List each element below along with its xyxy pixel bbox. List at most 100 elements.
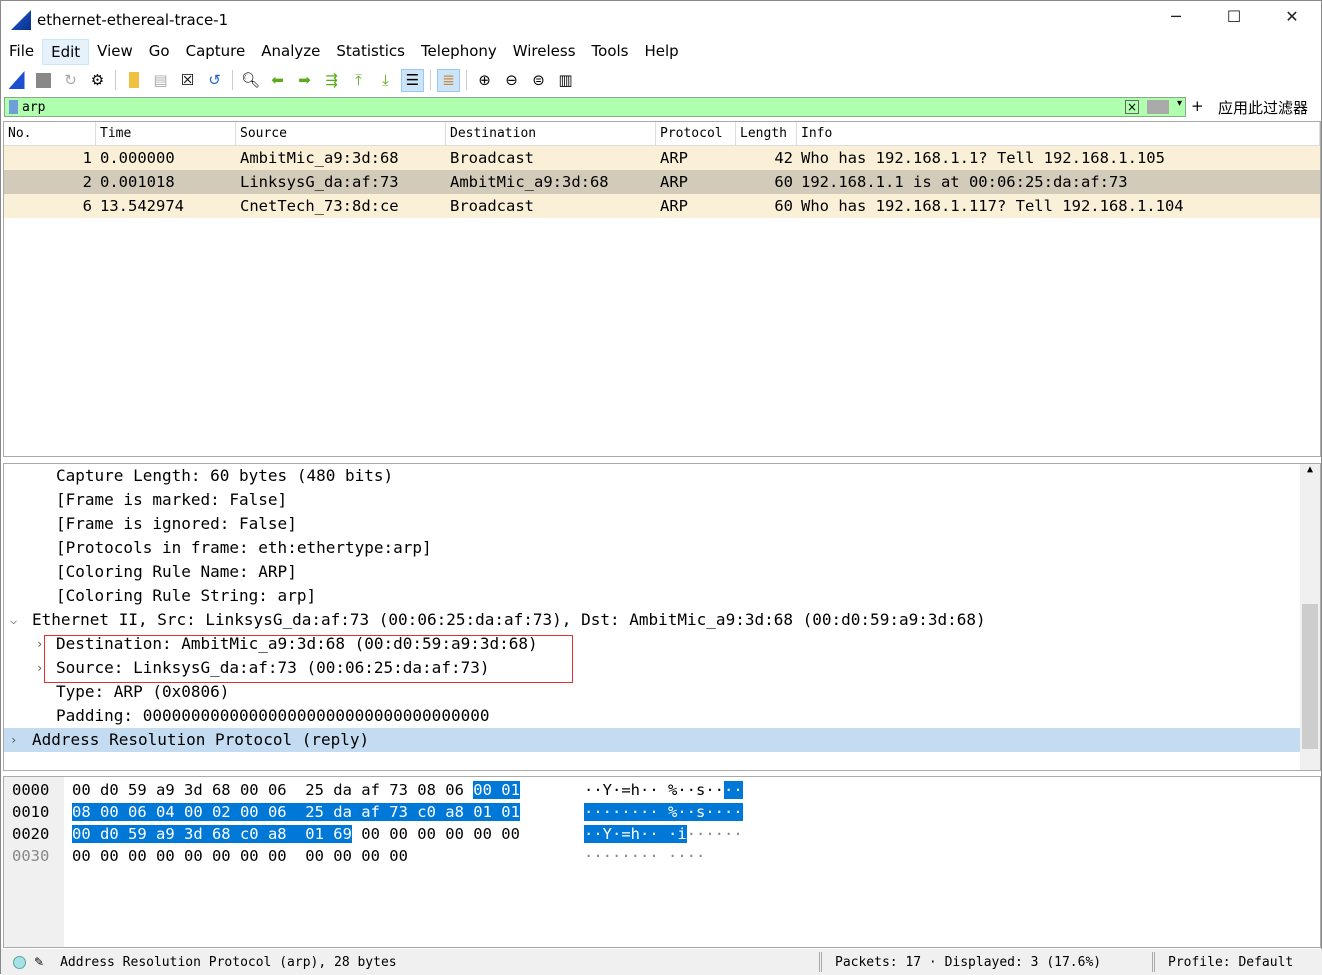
- hex-sel: 08 00 06 04 00 02 00 06 25 da af 73 c0 a…: [72, 803, 520, 821]
- filter-value[interactable]: arp: [22, 100, 45, 115]
- apply-filter-button[interactable]: 应用此过滤器: [1218, 97, 1308, 118]
- chevron-right-icon[interactable]: ›: [36, 632, 43, 656]
- menu-view[interactable]: View: [89, 39, 141, 65]
- zoom-in-icon[interactable]: ⊕: [473, 69, 496, 92]
- maximize-button[interactable]: ☐: [1219, 7, 1249, 33]
- chevron-down-icon[interactable]: ⌵: [10, 608, 17, 632]
- last-packet-icon[interactable]: ⤓: [374, 69, 397, 92]
- find-icon[interactable]: 🔍︎: [239, 69, 262, 92]
- normal-size-icon[interactable]: ⊜: [527, 69, 550, 92]
- profile-label[interactable]: Profile: Default: [1168, 955, 1293, 970]
- hex-bytes[interactable]: 08 00 06 04 00 02 00 06 25 da af 73 c0 a…: [72, 801, 520, 823]
- close-button[interactable]: ✕: [1277, 7, 1307, 33]
- arp-node[interactable]: › Address Resolution Protocol (reply): [4, 728, 1300, 752]
- details-scrollbar[interactable]: ▲: [1300, 464, 1320, 770]
- add-filter-button[interactable]: +: [1191, 97, 1204, 115]
- back-arrow-icon[interactable]: ⬅: [266, 69, 289, 92]
- cell-no: 2: [82, 173, 92, 191]
- display-filter-input[interactable]: arp × ▾: [4, 97, 1186, 117]
- zoom-out-icon[interactable]: ⊖: [500, 69, 523, 92]
- minimize-button[interactable]: ─: [1161, 7, 1191, 33]
- save-file-icon[interactable]: ▤: [149, 69, 172, 92]
- detail-line[interactable]: Capture Length: 60 bytes (480 bits): [4, 464, 1320, 488]
- chevron-right-icon[interactable]: ›: [10, 728, 17, 752]
- cell-info: Who has 192.168.1.117? Tell 192.168.1.10…: [801, 197, 1184, 215]
- cell-dst: Broadcast: [450, 149, 534, 167]
- open-folder-icon[interactable]: [122, 69, 145, 92]
- colorize-icon[interactable]: ≣: [437, 68, 460, 92]
- clear-filter-icon[interactable]: ×: [1125, 100, 1139, 114]
- cell-src: LinksysG_da:af:73: [240, 173, 399, 191]
- shark-fin-start-icon[interactable]: [5, 69, 28, 92]
- go-to-packet-icon[interactable]: ⇶: [320, 69, 343, 92]
- arp-label: Address Resolution Protocol (reply): [32, 730, 370, 749]
- cell-dst: AmbitMic_a9:3d:68: [450, 173, 609, 191]
- options-gear-icon[interactable]: ⚙: [86, 69, 109, 92]
- column-no[interactable]: No.: [4, 122, 96, 145]
- menu-capture[interactable]: Capture: [178, 39, 254, 65]
- hex-bytes[interactable]: 00 d0 59 a9 3d 68 00 06 25 da af 73 08 0…: [72, 779, 520, 801]
- first-packet-icon[interactable]: ⤒: [347, 69, 370, 92]
- detail-line[interactable]: [Coloring Rule Name: ARP]: [4, 560, 1320, 584]
- ascii-bytes[interactable]: ········ %··s····: [584, 801, 743, 823]
- cell-proto: ARP: [660, 173, 688, 191]
- ascii-bytes[interactable]: ··Y·=h·· %··s····: [584, 779, 743, 801]
- hex-bytes[interactable]: 00 00 00 00 00 00 00 00 00 00 00 00: [72, 845, 408, 867]
- ethernet-ii-node[interactable]: ⌵ Ethernet II, Src: LinksysG_da:af:73 (00…: [4, 608, 1320, 632]
- column-protocol[interactable]: Protocol: [656, 122, 736, 145]
- ascii-bytes[interactable]: ··Y·=h·· ·i······: [584, 823, 743, 845]
- detail-line[interactable]: [Coloring Rule String: arp]: [4, 584, 1320, 608]
- menu-wireless[interactable]: Wireless: [505, 39, 584, 65]
- stop-icon[interactable]: [32, 69, 55, 92]
- cell-info: Who has 192.168.1.1? Tell 192.168.1.105: [801, 149, 1165, 167]
- menu-help[interactable]: Help: [636, 39, 686, 65]
- menu-statistics[interactable]: Statistics: [328, 39, 413, 65]
- bookmark-icon[interactable]: [9, 100, 18, 114]
- menu-file[interactable]: File: [1, 39, 42, 65]
- column-time[interactable]: Time: [96, 122, 236, 145]
- edit-comment-icon[interactable]: ✎: [34, 955, 44, 969]
- detail-line[interactable]: [Protocols in frame: eth:ethertype:arp]: [4, 536, 1320, 560]
- detail-line[interactable]: [Frame is ignored: False]: [4, 512, 1320, 536]
- apply-arrow-icon[interactable]: [1147, 100, 1169, 114]
- close-file-icon[interactable]: ☒: [176, 69, 199, 92]
- ethernet-ii-label: Ethernet II, Src: LinksysG_da:af:73 (00:…: [32, 610, 986, 629]
- cell-time: 0.000000: [100, 149, 175, 167]
- menu-go[interactable]: Go: [141, 39, 178, 65]
- column-destination[interactable]: Destination: [446, 122, 656, 145]
- column-length[interactable]: Length: [736, 122, 797, 145]
- column-info[interactable]: Info: [797, 122, 1320, 145]
- forward-arrow-icon[interactable]: ➡: [293, 69, 316, 92]
- chevron-down-icon[interactable]: ▾: [1177, 98, 1182, 109]
- menu-analyze[interactable]: Analyze: [253, 39, 328, 65]
- hex-offset: 0020: [12, 825, 50, 843]
- chevron-right-icon[interactable]: ›: [36, 656, 43, 680]
- packet-row[interactable]: 2 0.001018 LinksysG_da:af:73 AmbitMic_a9:3d…: [4, 170, 1320, 194]
- hex-bytes[interactable]: 00 d0 59 a9 3d 68 c0 a8 01 69 00 00 00 0…: [72, 823, 520, 845]
- autoscroll-icon[interactable]: ☰: [401, 68, 424, 92]
- scroll-up-icon[interactable]: ▲: [1300, 464, 1320, 475]
- menu-tools[interactable]: Tools: [584, 39, 637, 65]
- ascii-rest: ······: [686, 825, 743, 843]
- scroll-thumb[interactable]: [1302, 604, 1318, 749]
- ascii-bytes[interactable]: ········ ····: [584, 845, 705, 867]
- cell-no: 1: [82, 149, 92, 167]
- column-source[interactable]: Source: [236, 122, 446, 145]
- packets-count: Packets: 17 · Displayed: 3 (17.6%): [835, 954, 1102, 970]
- hex-offset: 0010: [12, 803, 50, 821]
- detail-line[interactable]: Padding: 0000000000000000000000000000000…: [4, 704, 1320, 728]
- status-info: Address Resolution Protocol (arp), 28 by…: [60, 954, 397, 970]
- ascii-sel: ··: [723, 781, 743, 799]
- restart-icon[interactable]: ↻: [59, 69, 82, 92]
- detail-line[interactable]: [Frame is marked: False]: [4, 488, 1320, 512]
- detail-line[interactable]: Type: ARP (0x0806): [4, 680, 1320, 704]
- packet-row[interactable]: 1 0.000000 AmbitMic_a9:3d:68 Broadcast ARP 42…: [4, 146, 1320, 170]
- menu-edit[interactable]: Edit: [42, 39, 90, 65]
- packet-row[interactable]: 6 13.542974 CnetTech_73:8d:ce Broadcast ARP 6…: [4, 194, 1320, 218]
- resize-columns-icon[interactable]: ▥: [554, 69, 577, 92]
- highlight-annotation-box: [44, 635, 573, 683]
- menu-telephony[interactable]: Telephony: [413, 39, 505, 65]
- reload-icon[interactable]: ↺: [203, 69, 226, 92]
- status-bar: ✎ Address Resolution Protocol (arp), 28 …: [1, 949, 1322, 975]
- expert-info-icon[interactable]: [13, 955, 26, 969]
